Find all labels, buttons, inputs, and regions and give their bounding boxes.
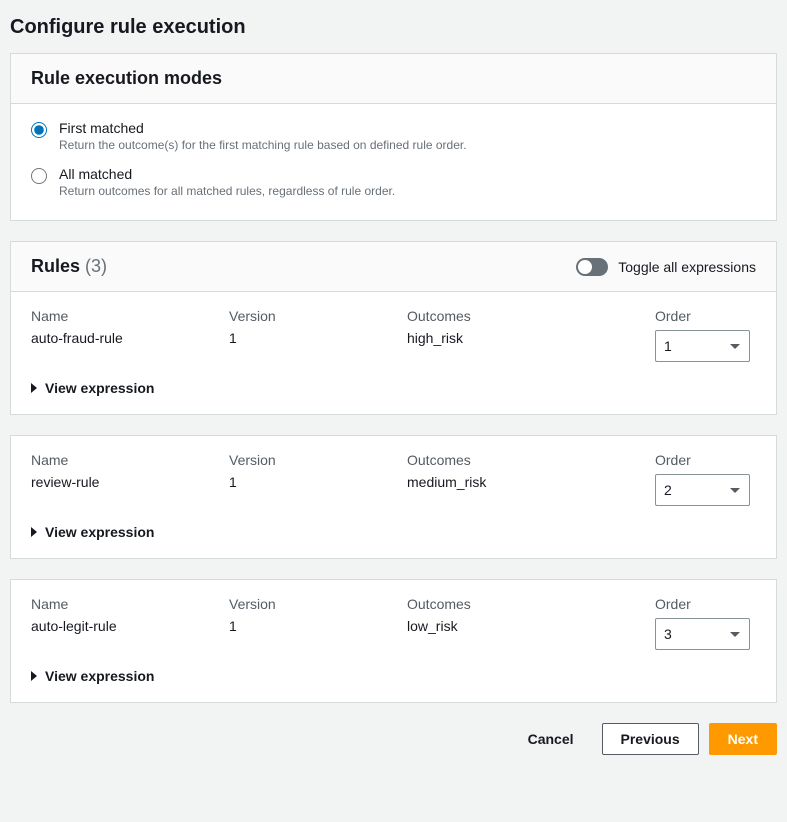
mode-radio-first[interactable] (31, 122, 47, 138)
col-outcomes: Outcomes (407, 596, 647, 612)
order-value: 3 (664, 626, 672, 642)
rule-name: auto-legit-rule (31, 618, 221, 634)
rules-count: (3) (85, 256, 107, 276)
col-order: Order (655, 308, 756, 324)
chevron-right-icon (31, 671, 37, 681)
order-select[interactable]: 1 (655, 330, 750, 362)
mode-option-all[interactable]: All matched Return outcomes for all matc… (31, 166, 756, 198)
toggle-label: Toggle all expressions (618, 259, 756, 275)
rule-name: auto-fraud-rule (31, 330, 221, 346)
mode-option-first[interactable]: First matched Return the outcome(s) for … (31, 120, 756, 152)
col-order: Order (655, 596, 756, 612)
rule-outcomes: high_risk (407, 330, 647, 346)
previous-button[interactable]: Previous (602, 723, 699, 755)
col-version: Version (229, 596, 399, 612)
rule-card: Name auto-legit-rule Version 1 Outcomes … (10, 579, 777, 703)
order-value: 1 (664, 338, 672, 354)
view-expression-toggle[interactable]: View expression (11, 368, 776, 414)
view-expression-toggle[interactable]: View expression (11, 656, 776, 702)
mode-desc-all: Return outcomes for all matched rules, r… (59, 184, 395, 198)
cancel-button[interactable]: Cancel (510, 723, 592, 755)
order-select[interactable]: 3 (655, 618, 750, 650)
caret-down-icon (730, 344, 740, 349)
view-expression-label: View expression (45, 380, 154, 396)
footer-actions: Cancel Previous Next (10, 723, 777, 759)
rules-header: Rules (3) Toggle all expressions (11, 242, 776, 292)
rule-modes-panel: Rule execution modes First matched Retur… (10, 53, 777, 221)
rule-name: review-rule (31, 474, 221, 490)
order-select[interactable]: 2 (655, 474, 750, 506)
col-version: Version (229, 308, 399, 324)
rule-card: Name review-rule Version 1 Outcomes medi… (10, 435, 777, 559)
col-name: Name (31, 596, 221, 612)
col-name: Name (31, 452, 221, 468)
view-expression-label: View expression (45, 524, 154, 540)
rule-outcomes: medium_risk (407, 474, 647, 490)
rule-version: 1 (229, 474, 399, 490)
rule-modes-title: Rule execution modes (31, 68, 222, 89)
page-title: Configure rule execution (10, 16, 777, 39)
rule-modes-header: Rule execution modes (11, 54, 776, 104)
chevron-right-icon (31, 527, 37, 537)
col-outcomes: Outcomes (407, 452, 647, 468)
rules-title: Rules (3) (31, 256, 107, 277)
view-expression-label: View expression (45, 668, 154, 684)
col-order: Order (655, 452, 756, 468)
order-value: 2 (664, 482, 672, 498)
rule-version: 1 (229, 618, 399, 634)
caret-down-icon (730, 632, 740, 637)
mode-label-first: First matched (59, 120, 467, 136)
view-expression-toggle[interactable]: View expression (11, 512, 776, 558)
col-name: Name (31, 308, 221, 324)
rule-card: Name auto-fraud-rule Version 1 Outcomes … (11, 292, 776, 414)
mode-label-all: All matched (59, 166, 395, 182)
chevron-right-icon (31, 383, 37, 393)
col-version: Version (229, 452, 399, 468)
toggle-expressions[interactable]: Toggle all expressions (576, 258, 756, 276)
toggle-icon[interactable] (576, 258, 608, 276)
mode-desc-first: Return the outcome(s) for the first matc… (59, 138, 467, 152)
col-outcomes: Outcomes (407, 308, 647, 324)
rule-outcomes: low_risk (407, 618, 647, 634)
rule-version: 1 (229, 330, 399, 346)
rules-panel: Rules (3) Toggle all expressions Name au… (10, 241, 777, 415)
next-button[interactable]: Next (709, 723, 777, 755)
caret-down-icon (730, 488, 740, 493)
rules-title-text: Rules (31, 256, 80, 276)
mode-radio-all[interactable] (31, 168, 47, 184)
